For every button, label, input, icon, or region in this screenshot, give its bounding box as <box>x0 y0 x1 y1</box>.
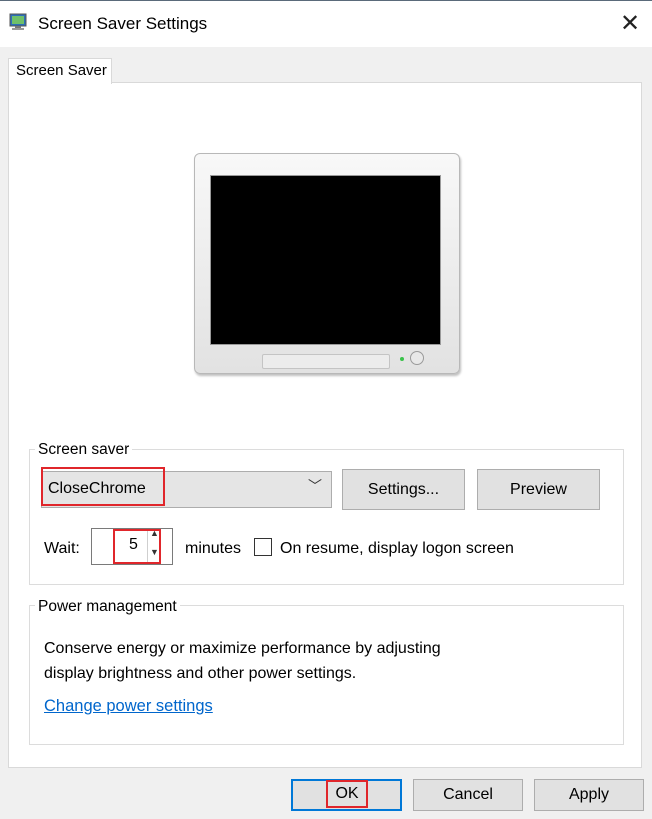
window-title: Screen Saver Settings <box>38 14 208 33</box>
monitor-screen <box>210 175 441 345</box>
cancel-button[interactable]: Cancel <box>413 779 523 811</box>
preview-button[interactable]: Preview <box>477 469 600 510</box>
monitor-slot <box>262 354 390 369</box>
screen-saver-group-legend: Screen saver <box>35 441 133 459</box>
power-description-line-2: display brightness and other power setti… <box>44 665 357 682</box>
wait-value-highlight <box>113 529 161 564</box>
tab-screen-saver[interactable]: Screen Saver <box>8 58 112 84</box>
window-top-border <box>0 0 652 1</box>
wait-label: Wait: <box>44 540 80 557</box>
power-management-group-legend: Power management <box>35 598 180 616</box>
close-icon[interactable]: ✕ <box>614 6 646 40</box>
apply-button[interactable]: Apply <box>534 779 644 811</box>
change-power-settings-link[interactable]: Change power settings <box>44 697 213 716</box>
ok-button-label: OK <box>326 780 368 808</box>
chevron-down-icon[interactable]: ﹀ <box>308 476 322 496</box>
on-resume-label[interactable]: On resume, display logon screen <box>280 540 514 558</box>
settings-button[interactable]: Settings... <box>342 469 465 510</box>
screen-saver-app-icon <box>9 13 27 30</box>
monitor-power-led-icon <box>400 357 404 361</box>
power-description-line-1: Conserve energy or maximize performance … <box>44 640 441 657</box>
monitor-power-button-icon <box>410 351 424 365</box>
on-resume-checkbox[interactable] <box>254 538 272 556</box>
wait-units-label: minutes <box>185 540 242 557</box>
screen-saver-selected-value: CloseChrome <box>48 480 146 497</box>
power-description: Conserve energy or maximize performance … <box>44 636 514 686</box>
